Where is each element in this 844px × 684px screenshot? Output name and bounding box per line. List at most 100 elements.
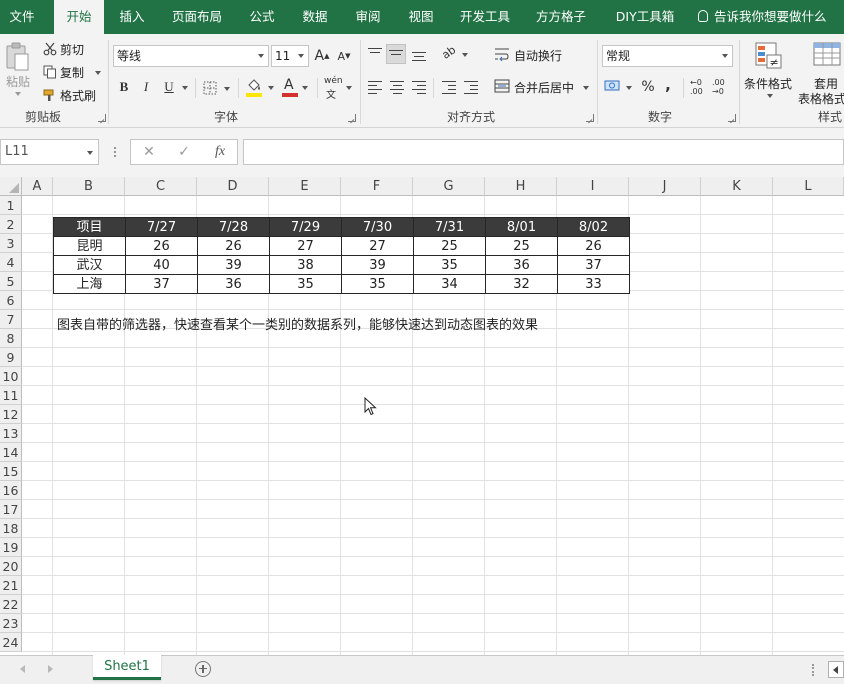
table-cell[interactable]: 27 [269,236,342,256]
shrink-font-button[interactable]: A ▼ [336,47,352,65]
table-cell[interactable]: 26 [125,236,198,256]
borders-button[interactable] [203,79,233,97]
table-cell[interactable]: 36 [485,255,558,275]
row-header[interactable]: 3 [0,234,22,253]
alignment-launcher-icon[interactable] [586,114,594,122]
wrap-text-button[interactable]: 自动换行 [494,46,564,64]
column-header[interactable]: J [629,177,701,196]
accounting-format-button[interactable] [604,78,634,98]
column-header[interactable]: G [413,177,485,196]
table-cell[interactable]: 武汉 [53,255,126,275]
paste-button[interactable]: 粘贴 [4,40,32,102]
row-header[interactable]: 21 [0,576,22,595]
row-header[interactable]: 18 [0,519,22,538]
row-header[interactable]: 24 [0,633,22,652]
select-all-corner[interactable] [0,177,22,196]
table-cell[interactable]: 25 [485,236,558,256]
table-cell[interactable]: 37 [125,274,198,294]
row-header[interactable]: 7 [0,310,22,329]
font-launcher-icon[interactable] [348,114,356,122]
table-cell[interactable]: 36 [197,274,270,294]
font-size-select[interactable]: 11 [271,45,309,67]
name-box[interactable]: L11 [0,139,99,165]
tab-data[interactable]: 数据 [293,0,337,34]
scrollbar-grip-icon[interactable] [812,664,814,676]
table-cell[interactable]: 40 [125,255,198,275]
column-header[interactable]: I [557,177,629,196]
cut-button[interactable]: 剪切 [42,40,92,58]
table-cell[interactable]: 昆明 [53,236,126,256]
header-cell[interactable]: 7/28 [197,217,270,237]
tab-view[interactable]: 视图 [399,0,443,34]
format-as-table-button[interactable]: 套用 表格格式 [798,40,844,106]
row-header[interactable]: 22 [0,595,22,614]
column-header[interactable]: B [53,177,125,196]
table-cell[interactable]: 35 [341,274,414,294]
align-right-icon[interactable] [412,81,426,97]
column-header[interactable]: E [269,177,341,196]
header-cell[interactable]: 项目 [53,217,126,237]
font-name-select[interactable]: 等线 [113,45,269,67]
increase-decimal-button[interactable]: ←0.00 [690,78,708,98]
increase-indent-icon[interactable] [464,81,478,97]
cancel-icon[interactable]: ✕ [134,140,164,164]
column-header[interactable]: K [701,177,773,196]
orientation-button[interactable]: ab [440,43,470,64]
row-header[interactable]: 6 [0,291,22,310]
table-cell[interactable]: 26 [557,236,630,256]
align-center-icon[interactable] [390,81,404,97]
tab-review[interactable]: 审阅 [346,0,390,34]
row-header[interactable]: 5 [0,272,22,291]
row-header[interactable]: 2 [0,215,22,234]
underline-button[interactable]: U [160,78,178,96]
tab-formulas[interactable]: 公式 [240,0,284,34]
percent-button[interactable]: % [640,78,656,96]
number-launcher-icon[interactable] [728,114,736,122]
table-cell[interactable]: 35 [413,255,486,275]
header-cell[interactable]: 8/01 [485,217,558,237]
row-header[interactable]: 8 [0,329,22,348]
merge-center-button[interactable]: 合并后居中 [494,78,590,96]
table-cell[interactable]: 33 [557,274,630,294]
row-header[interactable]: 10 [0,367,22,386]
grow-font-button[interactable]: A ▲ [314,47,330,65]
table-cell[interactable]: 上海 [53,274,126,294]
comma-button[interactable]: , [662,76,674,94]
column-header[interactable]: C [125,177,197,196]
table-cell[interactable]: 27 [341,236,414,256]
fill-color-button[interactable] [246,78,278,98]
column-header[interactable]: L [773,177,844,196]
format-painter-button[interactable]: 格式刷 [42,86,102,104]
clipboard-launcher-icon[interactable] [98,114,106,122]
header-cell[interactable]: 7/30 [341,217,414,237]
prev-sheet-icon[interactable] [20,665,25,673]
enter-icon[interactable]: ✓ [169,140,199,164]
table-cell[interactable]: 32 [485,274,558,294]
table-cell[interactable]: 38 [269,255,342,275]
next-sheet-icon[interactable] [48,665,53,673]
tab-page-layout[interactable]: 页面布局 [164,0,230,34]
phonetic-button[interactable]: wén 文 [324,76,354,101]
note-text[interactable]: 图表自带的筛选器，快速查看某个一类别的数据系列，能够快速达到动态图表的效果 [57,314,538,333]
number-format-select[interactable]: 常规 [602,45,733,67]
underline-dropdown-icon[interactable] [182,86,188,90]
header-cell[interactable]: 7/29 [269,217,342,237]
table-cell[interactable]: 34 [413,274,486,294]
row-header[interactable]: 13 [0,424,22,443]
tell-me-search[interactable]: 告诉我你想要做什么 [698,0,827,34]
row-header[interactable]: 16 [0,481,22,500]
insert-function-button[interactable]: fx [205,140,235,164]
header-cell[interactable]: 7/31 [413,217,486,237]
align-middle-button[interactable] [386,44,406,64]
tab-diy-toolbox[interactable]: DIY工具箱 [606,0,684,34]
formula-input[interactable] [243,139,844,165]
italic-button[interactable]: I [138,78,154,96]
table-cell[interactable]: 25 [413,236,486,256]
row-header[interactable]: 19 [0,538,22,557]
row-header[interactable]: 20 [0,557,22,576]
header-cell[interactable]: 8/02 [557,217,630,237]
tab-home[interactable]: 开始 [54,0,104,34]
conditional-format-button[interactable]: ≠ 条件格式 [744,40,794,106]
table-cell[interactable]: 26 [197,236,270,256]
row-header[interactable]: 23 [0,614,22,633]
